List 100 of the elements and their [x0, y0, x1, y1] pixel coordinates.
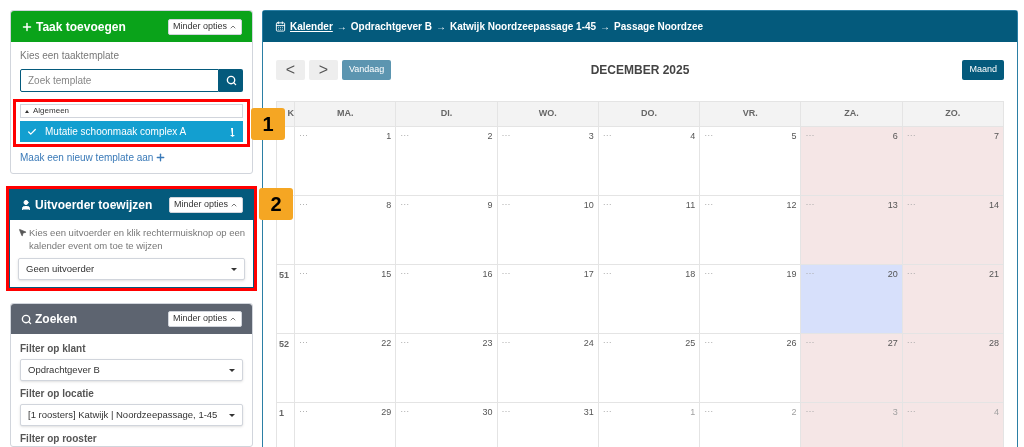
more-marker: ···: [805, 199, 815, 209]
caret-icon: [231, 267, 237, 271]
day-number: 11: [685, 199, 696, 212]
next-button[interactable]: >: [309, 60, 338, 80]
day-cell[interactable]: ··· 10: [497, 196, 599, 265]
day-cell[interactable]: ··· 2: [396, 127, 498, 196]
day-cell[interactable]: ··· 26: [700, 334, 802, 403]
previous-button[interactable]: <: [276, 60, 305, 80]
day-cell[interactable]: ··· 28: [902, 334, 1004, 403]
day-number: 6: [892, 130, 898, 143]
dropdown-select[interactable]: Geen uitvoerder: [18, 258, 245, 280]
search-button[interactable]: [219, 69, 243, 92]
day-cell[interactable]: ··· 19: [700, 265, 802, 334]
day-cell[interactable]: ··· 23: [396, 334, 498, 403]
day-cell[interactable]: ··· 4: [598, 127, 701, 196]
user-icon: [20, 199, 32, 211]
more-marker: ···: [501, 337, 511, 347]
dropdown-select[interactable]: Opdrachtgever B: [20, 359, 243, 381]
more-marker: ···: [299, 337, 308, 347]
day-number: 1: [386, 130, 392, 143]
filter-label: Filter op klant: [20, 342, 87, 356]
panel-title: Taak toevoegen: [36, 18, 126, 36]
day-cell[interactable]: ··· 21: [902, 265, 1004, 334]
day-cell[interactable]: ··· 8: [295, 196, 397, 265]
dropdown-select[interactable]: [1 roosters] Katwijk | Noordzeepassage, 1-45: [20, 404, 243, 426]
day-number: 19: [786, 268, 797, 281]
day-number: 27: [887, 337, 898, 350]
day-number: 4: [690, 130, 696, 143]
day-cell[interactable]: ··· 20: [801, 265, 903, 334]
chevron-up-icon: [230, 201, 238, 209]
template-search-field[interactable]: Zoek template: [20, 69, 219, 92]
toggle-options-button[interactable]: Minder opties: [167, 18, 242, 35]
more-marker: ···: [501, 199, 511, 209]
day-number: 3: [892, 406, 898, 419]
day-cell[interactable]: ··· 7: [902, 127, 1004, 196]
day-cell[interactable]: ··· 11: [598, 196, 701, 265]
more-marker: ···: [906, 337, 916, 347]
day-number: 14: [988, 199, 999, 212]
filter-label: Filter op locatie: [20, 387, 95, 401]
day-cell[interactable]: ··· 3: [497, 127, 599, 196]
cursor-icon: [18, 228, 27, 237]
toggle-options-button[interactable]: Minder opties: [168, 197, 243, 213]
day-cell[interactable]: ··· 9: [396, 196, 498, 265]
day-number: 22: [381, 337, 392, 350]
day-header-cell: ZO.: [902, 102, 1004, 127]
day-cell[interactable]: ··· 27: [801, 334, 903, 403]
new-template-link[interactable]: Maak een nieuw template aan: [20, 150, 154, 165]
day-cell[interactable]: ··· 22: [295, 334, 397, 403]
more-marker: ···: [299, 130, 308, 140]
day-cell[interactable]: ··· 16: [396, 265, 498, 334]
more-marker: ···: [906, 199, 916, 209]
day-cell[interactable]: ··· 1: [295, 127, 397, 196]
more-marker: ···: [906, 130, 916, 140]
breadcrumb-item: Passage Noordzee: [614, 20, 704, 34]
day-number: 20: [887, 268, 898, 281]
day-number: 2: [487, 130, 493, 143]
more-marker: ···: [602, 130, 612, 140]
more-marker: ···: [906, 406, 916, 416]
day-cell[interactable]: ··· 25: [598, 334, 701, 403]
day-header-cell: WO.: [497, 102, 599, 127]
group-header[interactable]: Algemeen: [20, 104, 243, 118]
day-number: 21: [988, 268, 999, 281]
search-icon: [225, 75, 237, 86]
day-cell[interactable]: ··· 13: [801, 196, 903, 265]
more-marker: ···: [704, 268, 714, 278]
caret-icon: [229, 413, 235, 417]
drag-arrow-icon: [230, 126, 236, 137]
search-icon: [21, 313, 32, 325]
more-marker: ···: [704, 199, 714, 209]
more-marker: ···: [805, 406, 815, 416]
day-cell[interactable]: ··· 17: [497, 265, 599, 334]
more-marker: ···: [805, 337, 815, 347]
day-number: 12: [786, 199, 797, 212]
day-cell[interactable]: ··· 14: [902, 196, 1004, 265]
more-marker: ···: [501, 406, 511, 416]
month-view-button[interactable]: Maand: [962, 60, 1004, 80]
more-marker: ···: [400, 199, 410, 209]
day-cell[interactable]: ··· 15: [295, 265, 397, 334]
more-marker: ···: [299, 406, 308, 416]
day-number: 15: [381, 268, 392, 281]
day-number: 23: [482, 337, 493, 350]
more-marker: ···: [400, 268, 410, 278]
plus-icon: [21, 20, 33, 33]
day-number: 16: [482, 268, 493, 281]
day-cell[interactable]: ··· 18: [598, 265, 701, 334]
day-header-cell: VR.: [700, 102, 802, 127]
day-cell[interactable]: ··· 24: [497, 334, 599, 403]
day-cell[interactable]: ··· 12: [700, 196, 802, 265]
day-number: 13: [887, 199, 898, 212]
breadcrumb-link[interactable]: Kalender: [290, 19, 333, 34]
plus-icon: [155, 152, 167, 163]
more-marker: ···: [400, 406, 410, 416]
toggle-options-button[interactable]: Minder opties: [167, 311, 242, 327]
day-header-cell: DO.: [598, 102, 701, 127]
day-cell[interactable]: ··· 5: [700, 127, 802, 196]
day-cell[interactable]: ··· 6: [801, 127, 903, 196]
day-number: 18: [685, 268, 696, 281]
day-number: 2: [791, 406, 797, 419]
day-number: 1: [690, 406, 696, 419]
more-marker: ···: [501, 268, 511, 278]
